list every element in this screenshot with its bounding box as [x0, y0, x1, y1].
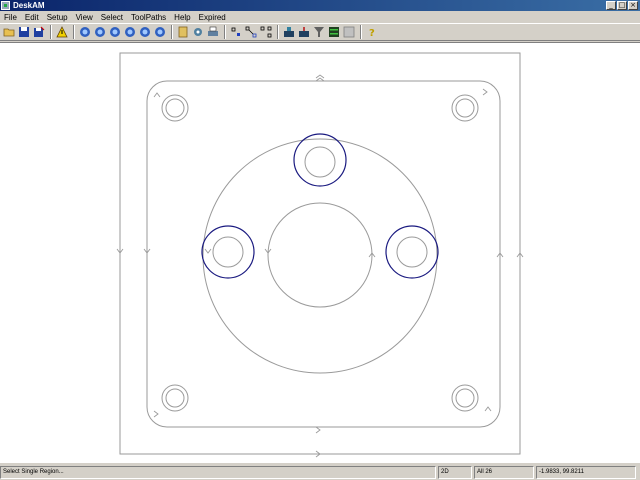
- zoom-all-icon[interactable]: [123, 25, 137, 39]
- save-as-icon[interactable]: [32, 25, 46, 39]
- pattern-hole-inner[interactable]: [396, 236, 428, 268]
- close-button[interactable]: ×: [628, 1, 638, 10]
- selected-hole-toolpath[interactable]: [385, 225, 439, 279]
- zoom-in-icon[interactable]: [78, 25, 92, 39]
- menu-expired[interactable]: Expired: [195, 13, 230, 22]
- outer-circle[interactable]: [202, 138, 438, 374]
- menu-edit[interactable]: Edit: [21, 13, 43, 22]
- select-region-icon[interactable]: [244, 25, 258, 39]
- menu-toolpaths[interactable]: ToolPaths: [127, 13, 170, 22]
- direction-arrow: [153, 92, 161, 98]
- svg-text:?: ?: [369, 28, 375, 38]
- pattern-hole-inner[interactable]: [212, 236, 244, 268]
- minimize-button[interactable]: _: [606, 1, 616, 10]
- stock-boundary[interactable]: [119, 52, 521, 455]
- open-folder-icon[interactable]: [2, 25, 16, 39]
- title-bar[interactable]: DeskAM _ □ ×: [0, 0, 640, 11]
- help-icon[interactable]: ?: [365, 25, 379, 39]
- zoom-fit-icon[interactable]: [153, 25, 167, 39]
- menu-setup[interactable]: Setup: [43, 13, 72, 22]
- layer-icon[interactable]: [327, 25, 341, 39]
- status-message: Select Single Region...: [0, 466, 436, 479]
- mounting-hole-inner[interactable]: [165, 98, 185, 118]
- part-outline-toolpath[interactable]: [146, 80, 501, 428]
- toolpath-machine-icon[interactable]: [282, 25, 296, 39]
- zoom-window-icon[interactable]: [108, 25, 122, 39]
- center-bore[interactable]: [267, 202, 373, 308]
- settings-icon[interactable]: [191, 25, 205, 39]
- drawing-canvas[interactable]: [0, 42, 640, 463]
- direction-arrow: [204, 248, 212, 254]
- menu-select[interactable]: Select: [97, 13, 127, 22]
- direction-arrow: [484, 406, 492, 412]
- zoom-out-icon[interactable]: [93, 25, 107, 39]
- toolbar-separator: [50, 25, 52, 39]
- maximize-button[interactable]: □: [617, 1, 627, 10]
- warning-icon[interactable]: [55, 25, 69, 39]
- menu-file[interactable]: File: [0, 13, 21, 22]
- import-icon[interactable]: [176, 25, 190, 39]
- pattern-hole-inner[interactable]: [304, 146, 336, 178]
- direction-arrow: [153, 410, 159, 418]
- window-controls: _ □ ×: [606, 1, 638, 10]
- app-icon[interactable]: [1, 1, 10, 10]
- select-point-icon[interactable]: [229, 25, 243, 39]
- cad-viewport[interactable]: [0, 43, 640, 464]
- toolpath-simulate-icon[interactable]: [297, 25, 311, 39]
- grid-icon[interactable]: [342, 25, 356, 39]
- mounting-hole-inner[interactable]: [165, 388, 185, 408]
- toolbar: ?: [0, 23, 640, 41]
- menu-view[interactable]: View: [72, 13, 97, 22]
- filter-icon[interactable]: [312, 25, 326, 39]
- selected-hole-toolpath[interactable]: [201, 225, 255, 279]
- selected-hole-toolpath[interactable]: [293, 133, 347, 187]
- mounting-hole-inner[interactable]: [455, 98, 475, 118]
- menu-bar: File Edit Setup View Select ToolPaths He…: [0, 11, 640, 23]
- status-mode: 2D: [438, 466, 472, 479]
- app-window: DeskAM _ □ × File Edit Setup View Select…: [0, 0, 640, 480]
- status-coordinates: -1.9833, 99.8211: [536, 466, 636, 479]
- zoom-previous-icon[interactable]: [138, 25, 152, 39]
- toolbar-separator: [224, 25, 226, 39]
- status-bar: Select Single Region... 2D All 26 -1.983…: [0, 465, 640, 480]
- direction-arrow: [482, 88, 488, 96]
- toolbar-separator: [360, 25, 362, 39]
- toolbar-separator: [277, 25, 279, 39]
- window-title: DeskAM: [13, 1, 45, 10]
- toolbar-separator: [73, 25, 75, 39]
- status-selection: All 26: [474, 466, 534, 479]
- save-icon[interactable]: [17, 25, 31, 39]
- direction-arrow: [315, 74, 325, 82]
- mounting-hole-inner[interactable]: [455, 388, 475, 408]
- toolbar-separator: [171, 25, 173, 39]
- direction-arrow: [315, 426, 321, 434]
- print-icon[interactable]: [206, 25, 220, 39]
- select-chain-icon[interactable]: [259, 25, 273, 39]
- menu-help[interactable]: Help: [170, 13, 194, 22]
